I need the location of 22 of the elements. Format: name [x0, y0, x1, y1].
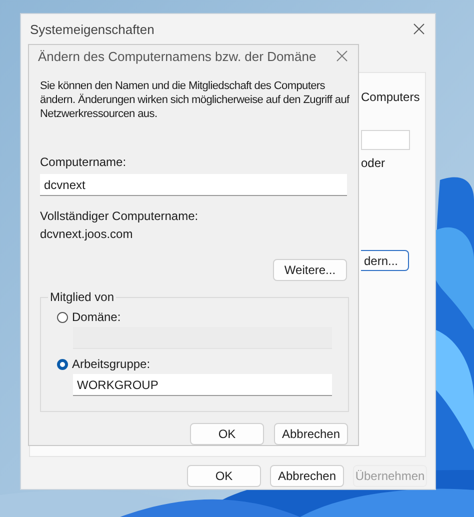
window-title: Systemeigenschaften: [30, 22, 154, 36]
field-label: Vollständiger Computername:: [40, 209, 198, 224]
dialog-title: Ändern des Computernamens bzw. der Domäne: [38, 48, 316, 64]
group-title: Mitglied von: [48, 290, 116, 304]
panel-text: oder: [361, 156, 386, 170]
radio-button[interactable]: Arbeitsgruppe:: [57, 357, 150, 371]
radio-button[interactable]: Domäne:: [57, 310, 121, 324]
dialog-button[interactable]: Abbrechen: [270, 465, 344, 487]
dialog-button[interactable]: OK: [187, 465, 261, 487]
panel-text: Computers: [361, 90, 420, 104]
change-button[interactable]: dern...: [361, 250, 409, 271]
field-label: Computername:: [40, 155, 126, 170]
close-icon[interactable]: [336, 50, 348, 62]
more-button[interactable]: Weitere...: [273, 259, 347, 281]
description-text: Sie können den Namen und die Mitgliedschaft des Computers ändern. Änderungen wirken sich möglicherweise auf den Zugriff auf Netzwerkressourcen aus.: [40, 79, 350, 121]
dialog-button[interactable]: Abbrechen: [274, 423, 348, 445]
input-field[interactable]: WORKGROUP: [73, 374, 332, 396]
input-field[interactable]: [361, 130, 410, 150]
full-name-text: dcvnext.joos.com: [40, 227, 133, 242]
computer-name-field[interactable]: dcvnext: [40, 174, 347, 196]
close-icon[interactable]: [413, 23, 425, 35]
dialog-button[interactable]: OK: [190, 423, 264, 445]
